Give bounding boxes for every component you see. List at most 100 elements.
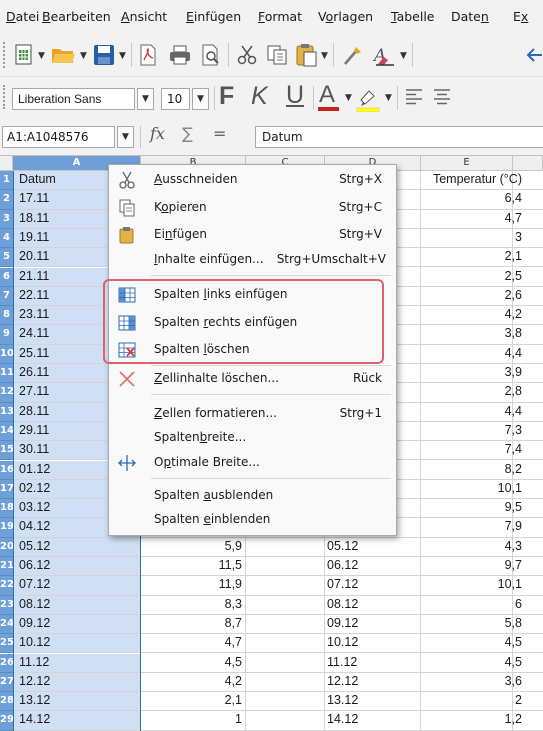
cell-e[interactable]: 3,8 [421, 325, 525, 343]
underline-button[interactable]: U [286, 81, 304, 110]
cell-e[interactable]: 4,3 [421, 538, 525, 556]
cell-e[interactable]: 9,5 [421, 499, 525, 517]
cell-b[interactable]: 5,9 [140, 538, 245, 556]
row-header[interactable]: 4 [0, 228, 13, 249]
cell-e[interactable]: 10,1 [421, 480, 525, 498]
menu-item-format-cells[interactable]: Zellen formatieren... Strg+1 [109, 401, 396, 427]
cell-a[interactable]: 11.12 [13, 653, 140, 672]
cell-e[interactable]: 5,8 [421, 615, 525, 633]
menu-extras[interactable]: Ex [513, 9, 528, 24]
row-header[interactable]: 7 [0, 286, 13, 307]
save-icon[interactable] [93, 44, 115, 69]
cell-e[interactable]: Temperatur (°C) [421, 171, 525, 189]
menu-item-copy[interactable]: Kopieren Strg+C [109, 195, 396, 221]
cell-e[interactable]: 3,6 [421, 673, 525, 691]
cell-e[interactable]: 4,4 [421, 403, 525, 421]
print-icon[interactable] [169, 45, 191, 68]
cell-d[interactable]: 05.12 [325, 538, 421, 556]
align-center-icon[interactable] [433, 89, 451, 108]
row-header[interactable]: 12 [0, 383, 14, 403]
cell-e[interactable]: 2,6 [421, 287, 525, 305]
menu-item-insert-columns-left[interactable]: Spalten links einfügen [109, 282, 396, 308]
font-name-field[interactable]: Liberation Sans [12, 88, 135, 110]
column-header-e[interactable]: E [421, 156, 513, 171]
cell-e[interactable]: 4,7 [421, 210, 525, 228]
menu-ansicht[interactable]: Ansicht [121, 9, 167, 24]
menu-bearbeiten[interactable]: Bearbeiten [42, 9, 111, 24]
name-box-dropdown-button[interactable]: ▼ [117, 126, 134, 148]
row-header[interactable]: 3 [0, 209, 13, 229]
menu-einfuegen[interactable]: Einfügen [186, 9, 241, 24]
cell-d[interactable]: 08.12 [325, 596, 421, 614]
font-color-dropdown-arrow[interactable]: ▼ [345, 93, 352, 103]
font-size-field[interactable]: 10 [161, 88, 190, 110]
cell-e[interactable]: 6,4 [421, 190, 525, 208]
cell-a[interactable]: 10.12 [13, 634, 140, 653]
cell-d[interactable]: 09.12 [325, 615, 421, 633]
cell-a[interactable]: 13.12 [13, 692, 140, 711]
select-all-corner[interactable] [0, 156, 13, 171]
clear-formatting-icon[interactable]: A [372, 44, 396, 69]
cell-e[interactable]: 4,5 [421, 654, 525, 672]
cell-e[interactable]: 4,4 [421, 345, 525, 363]
export-pdf-icon[interactable] [139, 44, 157, 69]
row-header[interactable]: 8 [0, 306, 13, 326]
menu-datei[interactable]: Datei [6, 9, 39, 24]
save-dropdown-arrow[interactable]: ▼ [119, 51, 126, 61]
bold-button[interactable]: F [219, 82, 234, 111]
cell-a[interactable]: 12.12 [13, 672, 140, 692]
menu-item-paste[interactable]: Einfügen Strg+V [109, 222, 396, 248]
row-header[interactable]: 18 [0, 499, 14, 519]
row-header[interactable]: 15 [0, 441, 14, 461]
cell-b[interactable]: 8,7 [140, 615, 245, 633]
menu-item-paste-special[interactable]: Inhalte einfügen... Strg+Umschalt+V [109, 247, 396, 273]
row-header[interactable]: 1 [0, 171, 13, 191]
cell-d[interactable]: 06.12 [325, 557, 421, 575]
font-size-dropdown-button[interactable]: ▼ [192, 88, 209, 110]
row-header[interactable]: 26 [0, 653, 14, 673]
row-header[interactable]: 23 [0, 595, 14, 615]
menu-tabelle[interactable]: Tabelle [391, 9, 435, 24]
cell-b[interactable]: 2,1 [140, 692, 245, 710]
row-header[interactable]: 28 [0, 692, 14, 712]
cell-e[interactable]: 4,5 [421, 634, 525, 652]
cell-e[interactable]: 4,2 [421, 306, 525, 324]
undo-arrow-icon[interactable] [526, 46, 543, 67]
menu-item-insert-columns-right[interactable]: Spalten rechts einfügen [109, 310, 396, 336]
copy-icon[interactable] [266, 44, 288, 69]
menu-item-delete-columns[interactable]: Spalten löschen [109, 337, 396, 363]
highlighting-color-dropdown-arrow[interactable]: ▼ [385, 93, 392, 103]
row-header[interactable]: 22 [0, 576, 14, 596]
cell-d[interactable]: 10.12 [325, 634, 421, 652]
cell-e[interactable]: 3 [421, 229, 525, 247]
row-header[interactable]: 10 [0, 344, 14, 364]
paste-icon[interactable] [296, 43, 318, 70]
cut-icon[interactable] [236, 44, 258, 69]
font-name-dropdown-button[interactable]: ▼ [137, 88, 154, 110]
row-header[interactable]: 24 [0, 614, 14, 635]
cell-b[interactable]: 4,5 [140, 654, 245, 672]
row-header[interactable]: 29 [0, 711, 14, 731]
menu-item-clear-contents[interactable]: Zellinhalte löschen... Rück [109, 366, 396, 392]
cell-b[interactable]: 4,2 [140, 673, 245, 691]
cell-a[interactable]: 05.12 [13, 537, 140, 556]
row-header[interactable]: 27 [0, 672, 14, 693]
toolbar-grip[interactable] [3, 85, 7, 109]
cell-a[interactable]: 14.12 [13, 711, 140, 730]
clear-formatting-dropdown-arrow[interactable]: ▼ [400, 51, 407, 61]
cell-a[interactable]: 09.12 [13, 614, 140, 634]
cell-e[interactable]: 1,2 [421, 711, 525, 729]
row-header[interactable]: 17 [0, 479, 14, 500]
row-header[interactable]: 14 [0, 421, 14, 442]
new-dropdown-arrow[interactable]: ▼ [38, 51, 45, 61]
print-preview-icon[interactable] [201, 44, 221, 69]
formula-equals-icon[interactable]: = [213, 124, 226, 143]
cell-a[interactable]: 08.12 [13, 595, 140, 614]
new-document-icon[interactable] [14, 44, 34, 69]
cell-d[interactable]: 12.12 [325, 673, 421, 691]
menu-item-cut[interactable]: Ausschneiden Strg+X [109, 167, 396, 193]
cell-e[interactable]: 2,1 [421, 248, 525, 266]
cell-e[interactable]: 2,8 [421, 383, 525, 401]
menu-vorlagen[interactable]: Vorlagen [318, 9, 373, 24]
cell-b[interactable]: 11,5 [140, 557, 245, 575]
